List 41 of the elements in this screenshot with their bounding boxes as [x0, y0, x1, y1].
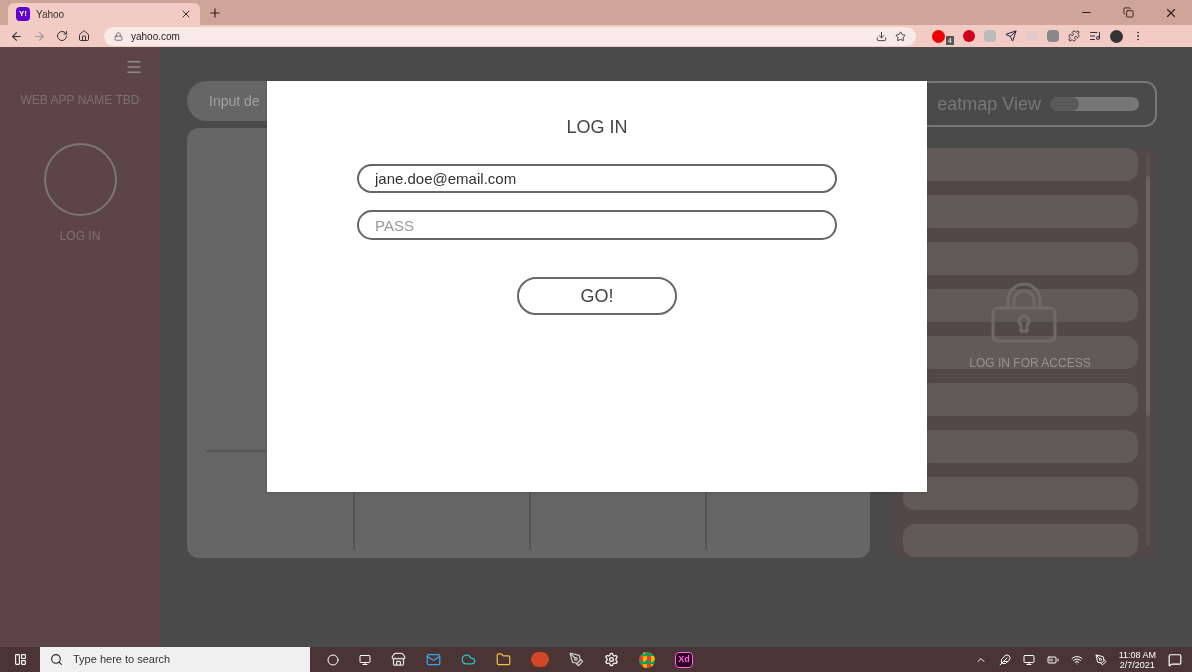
- search-icon: [50, 653, 63, 666]
- notifications-icon[interactable]: [1168, 652, 1182, 667]
- browser-tab[interactable]: Y! Yahoo: [8, 3, 200, 25]
- avatar-icon[interactable]: [1109, 29, 1123, 43]
- mail-icon[interactable]: [426, 652, 441, 667]
- dialog-title: LOG IN: [566, 116, 628, 139]
- close-icon[interactable]: [180, 8, 192, 20]
- bookmark-star-icon[interactable]: [895, 30, 906, 42]
- design-app-icon[interactable]: Xd: [675, 651, 693, 668]
- wifi-icon[interactable]: [1070, 653, 1083, 666]
- menu-icon[interactable]: [125, 58, 143, 76]
- settings-icon[interactable]: [604, 652, 619, 667]
- email-field[interactable]: jane.doe@email.com: [357, 164, 837, 193]
- battery-icon[interactable]: [1046, 653, 1059, 666]
- tab-title: Yahoo: [36, 7, 66, 22]
- heatmap-switch[interactable]: [1051, 97, 1139, 111]
- password-field[interactable]: PASS: [357, 210, 837, 240]
- home-icon[interactable]: [78, 30, 90, 42]
- go-button[interactable]: GO!: [517, 277, 677, 315]
- puzzle-icon[interactable]: [1067, 30, 1080, 42]
- pen-icon[interactable]: [1094, 653, 1107, 666]
- taskbar-search-box[interactable]: Type here to search: [40, 647, 310, 672]
- back-icon[interactable]: [10, 29, 23, 43]
- folder-icon[interactable]: [496, 652, 511, 667]
- address-bar[interactable]: yahoo.com: [104, 26, 916, 46]
- display-icon[interactable]: [1022, 653, 1035, 666]
- site-logo-icon: Y!: [16, 7, 30, 21]
- url-text: yahoo.com: [131, 29, 181, 44]
- new-tab-icon[interactable]: [208, 6, 222, 20]
- reload-icon[interactable]: [56, 30, 68, 42]
- store-icon[interactable]: [391, 652, 406, 667]
- install-icon[interactable]: [876, 30, 887, 42]
- extension-icon[interactable]: [932, 29, 945, 43]
- lock-icon: [114, 31, 123, 41]
- clock-date: 2/7/2021: [1119, 659, 1155, 670]
- clock-time: 11:08 AM: [1118, 649, 1156, 660]
- search-placeholder: Type here to search: [73, 652, 171, 668]
- playlist-icon[interactable]: [1088, 30, 1101, 42]
- start-icon[interactable]: [13, 653, 27, 666]
- cortana-icon[interactable]: [327, 653, 339, 666]
- restore-icon[interactable]: [1123, 7, 1134, 18]
